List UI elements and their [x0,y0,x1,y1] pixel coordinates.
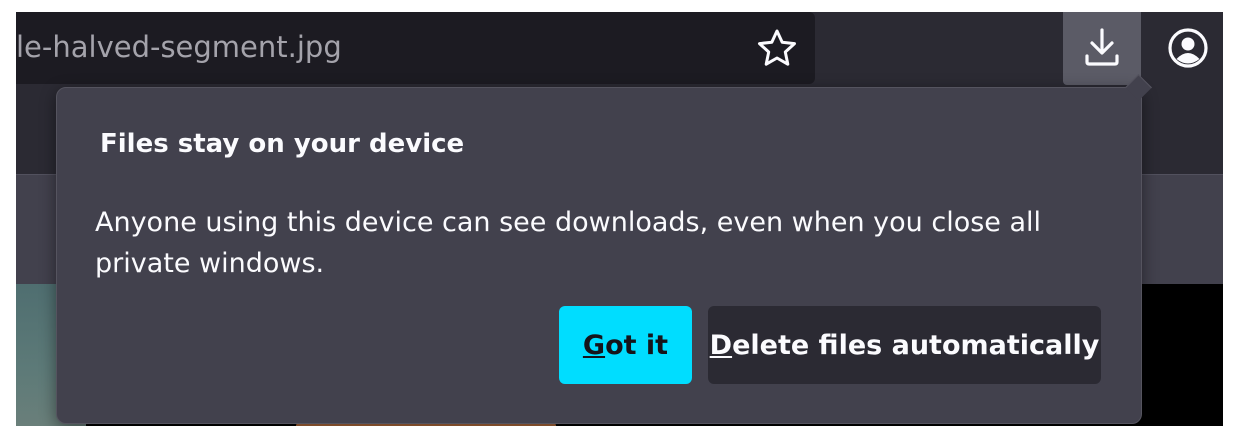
got-it-button[interactable]: Got it [559,306,692,384]
access-key: G [582,329,606,361]
download-arrow-icon [1085,28,1119,66]
button-label: ot it [605,329,669,361]
browser-window: le-halved-segment.jpg Files stay on your… [16,12,1223,426]
panel-description: Anyone using this device can see downloa… [95,207,1042,279]
button-label: elete files automatically [732,329,1100,361]
account-circle-icon[interactable] [1167,27,1209,69]
downloads-privacy-panel: Files stay on your device Anyone using t… [56,74,1152,424]
panel-title: Files stay on your device [100,129,465,159]
delete-files-automatically-button[interactable]: Delete files automatically [708,306,1101,384]
downloads-button[interactable] [1063,12,1141,85]
access-key: D [709,329,733,361]
star-outline-icon[interactable] [756,28,798,68]
url-bar[interactable]: le-halved-segment.jpg [16,12,815,84]
url-text[interactable]: le-halved-segment.jpg [16,30,342,64]
